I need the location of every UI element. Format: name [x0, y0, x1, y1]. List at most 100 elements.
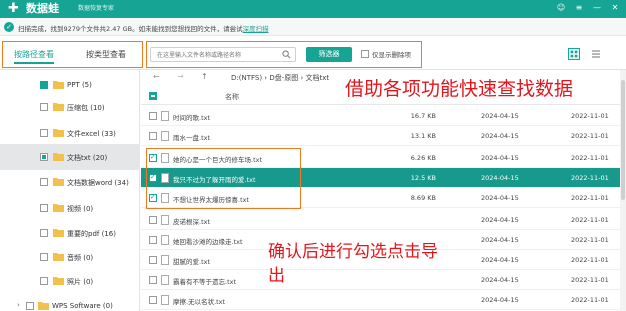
file-size: 6.26 KB	[410, 154, 436, 162]
sidebar-checkbox[interactable]	[40, 178, 48, 186]
file-date: 2024-04-15	[481, 174, 519, 182]
file-name: 雨水一盘.txt	[173, 134, 211, 142]
file-date: 2024-04-15	[481, 132, 519, 140]
select-all-checkbox[interactable]	[149, 92, 157, 100]
file-size: 13.1 KB	[410, 132, 436, 140]
minimize-icon[interactable]: —	[592, 3, 602, 13]
txt-file-icon	[161, 131, 169, 141]
file-date: 2022-11-01	[571, 112, 609, 120]
file-size: 12.5 KB	[410, 174, 436, 182]
row-checkbox[interactable]	[149, 256, 157, 264]
forward-arrow-icon[interactable]: →	[177, 72, 184, 81]
sidebar-item-label: 重要的pdf (16)	[67, 230, 116, 238]
row-checkbox[interactable]	[149, 112, 157, 120]
list-view-icon[interactable]	[590, 48, 602, 60]
row-checkbox[interactable]	[149, 296, 157, 304]
sidebar-item-label: WPS Software (0)	[52, 302, 113, 310]
txt-file-icon	[161, 235, 169, 245]
sidebar-item-label: 音频 (0)	[67, 254, 94, 262]
file-name: 皮诺根深.txt	[173, 218, 211, 226]
file-date: 2024-04-15	[481, 296, 519, 304]
file-date: 2024-04-15	[481, 236, 519, 244]
up-arrow-icon[interactable]: ↑	[201, 72, 208, 81]
annotation-text-export: 确认后进行勾选点击导出	[268, 242, 438, 286]
folder-icon	[53, 81, 64, 89]
folder-icon	[53, 178, 64, 186]
scan-complete-icon: ✓	[4, 22, 14, 32]
sidebar-item-excel[interactable]: 文件excel (33)	[0, 120, 140, 146]
sidebar-checkbox[interactable]	[40, 103, 48, 111]
file-date: 2022-11-01	[571, 194, 609, 202]
toolbar: 按路径查看 按类型查看 筛选器 仅显示删除项	[0, 36, 626, 70]
folder-icon	[53, 229, 64, 237]
sidebar-item-audio[interactable]: 音频 (0)	[0, 244, 140, 270]
title-bar: ✚ 数据蛙 数据恢复专家 ☺ ≡ — ✕	[0, 0, 626, 18]
back-arrow-icon[interactable]: ←	[153, 72, 160, 81]
app-subtitle: 数据恢复专家	[78, 5, 115, 12]
file-date: 2024-04-15	[481, 112, 519, 120]
sidebar-checkbox[interactable]	[40, 253, 48, 261]
sidebar-item-label: PPT (5)	[67, 81, 92, 89]
file-date: 2022-11-01	[571, 132, 609, 140]
sidebar-checkbox[interactable]	[26, 302, 34, 310]
row-checkbox[interactable]	[149, 132, 157, 140]
txt-file-icon	[161, 255, 169, 265]
sidebar-item-video[interactable]: 视频 (0)	[0, 195, 140, 221]
file-date: 2022-11-01	[571, 154, 609, 162]
sidebar-item-photos[interactable]: 照片 (0)	[0, 268, 140, 294]
sidebar-item-label: 文档txt (20)	[67, 154, 108, 162]
txt-file-icon	[161, 295, 169, 305]
file-date: 2022-11-01	[571, 256, 609, 264]
scrollbar-thumb[interactable]	[621, 80, 625, 200]
file-date: 2022-11-01	[571, 296, 609, 304]
sidebar-item-txt[interactable]: 文档txt (20)	[0, 144, 140, 170]
sidebar-checkbox[interactable]	[40, 81, 48, 89]
app-name: 数据蛙	[26, 2, 59, 15]
file-date: 2024-04-15	[481, 276, 519, 284]
sidebar-item-label: 视频 (0)	[67, 205, 94, 213]
file-name: 甜腻的爱.txt	[173, 258, 211, 266]
chevron-right-icon[interactable]: ›	[17, 301, 20, 309]
file-size: 16.7 KB	[410, 112, 436, 120]
file-date: 2024-04-15	[481, 216, 519, 224]
table-row[interactable]: 雨水一盘.txt 13.1 KB 2024-04-15 2022-11-01	[141, 126, 626, 146]
sidebar-item-pdf[interactable]: 重要的pdf (16)	[0, 220, 140, 246]
sidebar-checkbox[interactable]	[40, 229, 48, 237]
annotation-text-find-data: 借助各项功能快速查找数据	[345, 78, 574, 100]
sidebar-item-wps[interactable]: › WPS Software (0)	[0, 293, 140, 311]
row-checkbox[interactable]	[149, 216, 157, 224]
folder-icon	[53, 153, 64, 161]
deep-scan-link[interactable]: 深度扫描	[243, 25, 269, 33]
file-date: 2022-11-01	[571, 236, 609, 244]
vertical-scrollbar[interactable]	[620, 70, 626, 311]
table-row[interactable]: 摩擦.无以名状.txt 2024-04-15 2022-11-01	[141, 290, 626, 310]
sidebar-checkbox[interactable]	[40, 129, 48, 137]
window-controls: ☺ ≡ — ✕	[556, 3, 620, 13]
file-date: 2024-04-15	[481, 154, 519, 162]
file-date: 2022-11-01	[571, 276, 609, 284]
sidebar-checkbox[interactable]	[40, 204, 48, 212]
column-header-name[interactable]: 名称	[225, 92, 239, 102]
file-name: 她回看沙滩的边缘走.txt	[173, 238, 243, 246]
folder-icon	[38, 302, 49, 310]
grid-view-icon[interactable]	[568, 48, 580, 60]
file-date: 2022-11-01	[571, 216, 609, 224]
menu-icon[interactable]: ≡	[574, 3, 584, 13]
row-checkbox[interactable]	[149, 276, 157, 284]
txt-file-icon	[161, 275, 169, 285]
table-row[interactable]: 皮诺根深.txt 2024-04-15 2022-11-01	[141, 210, 626, 230]
table-row[interactable]: 时间的歌.txt 16.7 KB 2024-04-15 2022-11-01	[141, 106, 626, 126]
file-date: 2024-04-15	[481, 256, 519, 264]
annotation-box-tabs	[2, 41, 143, 68]
feedback-icon[interactable]: ☺	[556, 3, 566, 13]
close-icon[interactable]: ✕	[610, 3, 620, 13]
file-name: 摩擦.无以名状.txt	[173, 298, 226, 306]
sidebar-item-archive[interactable]: 压缩包 (10)	[0, 94, 140, 120]
row-checkbox[interactable]	[149, 236, 157, 244]
app-window: ✚ 数据蛙 数据恢复专家 ☺ ≡ — ✕ ✓ 扫描完成，找到9279个文件共2.…	[0, 0, 626, 311]
folder-icon	[53, 253, 64, 261]
sidebar-checkbox[interactable]	[40, 277, 48, 285]
sidebar-item-word[interactable]: 文档数据word (34)	[0, 169, 140, 195]
sidebar-checkbox[interactable]	[40, 153, 48, 161]
scan-info-bar: ✓ 扫描完成，找到9279个文件共2.47 GB。如未能找到您想找回的文件，请尝…	[0, 18, 626, 36]
